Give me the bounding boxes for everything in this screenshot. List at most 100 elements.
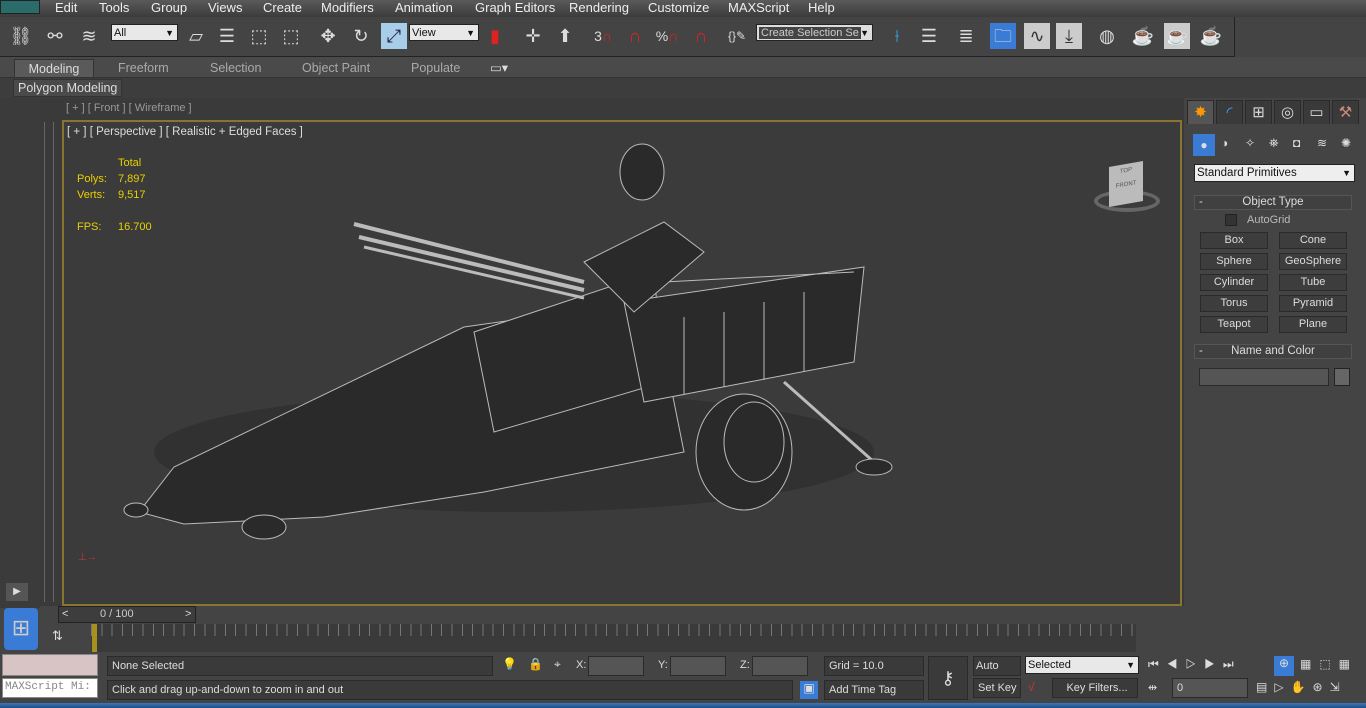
time-tag-icon[interactable]: ▣: [800, 681, 818, 699]
rotate-icon[interactable]: ↻: [348, 23, 374, 49]
playback-controls[interactable]: ⏮◀▷▶⏭: [1148, 657, 1242, 672]
menu-maxscript[interactable]: MAXScript: [728, 0, 789, 15]
y-coordinate-input[interactable]: [670, 656, 726, 676]
create-plane-button[interactable]: Plane: [1279, 316, 1347, 333]
time-slider-marker[interactable]: [92, 624, 97, 652]
key-mode-dropdown[interactable]: Selected ▼: [1025, 656, 1139, 674]
spinner-snap-icon[interactable]: ∩: [688, 23, 714, 49]
set-key-icon[interactable]: ⚷: [928, 656, 968, 700]
menu-rendering[interactable]: Rendering: [569, 0, 629, 15]
space-warps-icon[interactable]: ≋: [1317, 136, 1327, 150]
angle-snap-icon[interactable]: ∩: [622, 23, 648, 49]
add-time-tag-button[interactable]: Add Time Tag: [824, 680, 924, 700]
create-torus-button[interactable]: Torus: [1200, 295, 1268, 312]
object-name-input[interactable]: [1199, 368, 1329, 386]
time-config-icon[interactable]: ▤▷✋⊛⇲: [1256, 680, 1347, 694]
modify-tab-icon[interactable]: ◜: [1216, 100, 1243, 124]
app-logo[interactable]: [0, 0, 40, 14]
tab-modeling[interactable]: Modeling: [14, 59, 94, 78]
key-filters-button[interactable]: Key Filters...: [1052, 678, 1138, 698]
create-cone-button[interactable]: Cone: [1279, 232, 1347, 249]
isolate-icon[interactable]: 💡: [502, 657, 517, 671]
next-frame-button[interactable]: >: [185, 608, 191, 620]
render-production-icon[interactable]: ☕: [1198, 23, 1224, 49]
object-color-swatch[interactable]: [1334, 368, 1350, 386]
move-icon[interactable]: ✥: [315, 23, 341, 49]
default-tangent-icon[interactable]: √: [1028, 680, 1035, 694]
percent-snap-icon[interactable]: %∩: [654, 23, 680, 49]
menu-create[interactable]: Create: [263, 0, 302, 15]
tab-object-paint[interactable]: Object Paint: [302, 59, 370, 78]
bind-space-warp-icon[interactable]: ≋: [76, 23, 102, 49]
create-pyramid-button[interactable]: Pyramid: [1279, 295, 1347, 312]
scene-explorer-icon[interactable]: 🗀: [990, 23, 1016, 49]
x-coordinate-input[interactable]: [588, 656, 644, 676]
link-icon[interactable]: ⛓: [8, 23, 34, 49]
menu-customize[interactable]: Customize: [648, 0, 709, 15]
hierarchy-tab-icon[interactable]: ⊞: [1245, 100, 1272, 124]
menu-modifiers[interactable]: Modifiers: [321, 0, 374, 15]
name-color-rollout[interactable]: - Name and Color: [1194, 344, 1352, 359]
ribbon-options-icon[interactable]: ▭▾: [490, 59, 508, 78]
lights-icon[interactable]: ✧: [1245, 136, 1255, 150]
create-tab-icon[interactable]: ✸: [1187, 100, 1214, 124]
object-type-rollout[interactable]: - Object Type: [1194, 195, 1352, 210]
set-key-button[interactable]: Set Key: [973, 678, 1021, 698]
create-teapot-button[interactable]: Teapot: [1200, 316, 1268, 333]
helpers-icon[interactable]: ◘: [1293, 136, 1300, 150]
menu-views[interactable]: Views: [208, 0, 242, 15]
current-frame-input[interactable]: 0: [1172, 678, 1248, 698]
cameras-icon[interactable]: ⛯: [1269, 136, 1279, 151]
mirror-icon[interactable]: ⟊: [884, 23, 910, 49]
render-setup-icon[interactable]: ☕: [1130, 23, 1156, 49]
selection-filter-dropdown[interactable]: All ▼: [111, 24, 178, 41]
geometry-icon[interactable]: ●: [1193, 134, 1215, 156]
shapes-icon[interactable]: ◑: [1221, 136, 1228, 150]
curve-editor-icon[interactable]: ∿: [1024, 23, 1050, 49]
select-by-name-icon[interactable]: ☰: [214, 23, 240, 49]
prev-frame-button[interactable]: <: [62, 608, 68, 620]
front-viewport-label[interactable]: [ + ] [ Front ] [ Wireframe ]: [66, 102, 192, 114]
menu-graph-editors[interactable]: Graph Editors: [475, 0, 555, 15]
polygon-modeling-panel[interactable]: Polygon Modeling: [13, 79, 123, 97]
zoom-icon[interactable]: ⊕: [1274, 656, 1294, 676]
autogrid-checkbox[interactable]: [1225, 214, 1237, 226]
menu-group[interactable]: Group: [151, 0, 187, 15]
menu-edit[interactable]: Edit: [55, 0, 77, 15]
pivot-center-icon[interactable]: ▮: [482, 23, 508, 49]
systems-icon[interactable]: ✺: [1341, 136, 1351, 150]
create-box-button[interactable]: Box: [1200, 232, 1268, 249]
create-sphere-button[interactable]: Sphere: [1200, 253, 1268, 270]
tab-freeform[interactable]: Freeform: [118, 59, 169, 78]
scale-icon[interactable]: ⤢: [381, 23, 407, 49]
tab-populate[interactable]: Populate: [411, 59, 460, 78]
motion-tab-icon[interactable]: ◎: [1274, 100, 1301, 124]
z-coordinate-input[interactable]: [752, 656, 808, 676]
tab-selection[interactable]: Selection: [210, 59, 261, 78]
auto-key-button[interactable]: Auto Key: [973, 656, 1021, 690]
absolute-mode-icon[interactable]: ⌖: [554, 657, 561, 672]
unlink-icon[interactable]: ⚯: [42, 23, 68, 49]
display-tab-icon[interactable]: ▭: [1303, 100, 1330, 124]
layer-manager-icon[interactable]: ≣: [953, 23, 979, 49]
lock-icon[interactable]: 🔒: [528, 657, 543, 671]
viewport-layout-icon[interactable]: ⊞: [4, 608, 38, 650]
keyboard-shortcut-icon[interactable]: ⬆: [552, 23, 578, 49]
perspective-viewport[interactable]: [ + ] [ Perspective ] [ Realistic + Edge…: [62, 120, 1182, 606]
rendered-frame-window-icon[interactable]: ☕: [1164, 23, 1190, 49]
rect-selection-icon[interactable]: ⬚: [246, 23, 272, 49]
maxscript-listener-output[interactable]: [2, 654, 98, 676]
edit-named-selection-icon[interactable]: {}✎: [724, 23, 750, 49]
snap-toggle-icon[interactable]: 3∩: [590, 23, 616, 49]
utilities-tab-icon[interactable]: ⚒: [1332, 100, 1359, 124]
menu-animation[interactable]: Animation: [395, 0, 453, 15]
maxscript-mini-input[interactable]: MAXScript Mi:: [2, 678, 98, 698]
named-selection-dropdown[interactable]: Create Selection Se ▼: [756, 24, 873, 41]
select-object-icon[interactable]: ▱: [183, 23, 209, 49]
zoom-all-icon[interactable]: ▦⬚▦: [1300, 657, 1358, 671]
timeline-track[interactable]: [91, 624, 1136, 652]
viewport-scroll-strip[interactable]: [44, 122, 54, 602]
time-slider[interactable]: < 0 / 100 >: [58, 606, 196, 623]
menu-help[interactable]: Help: [808, 0, 835, 15]
key-mode-toggle-icon[interactable]: ⇹: [1148, 681, 1157, 694]
